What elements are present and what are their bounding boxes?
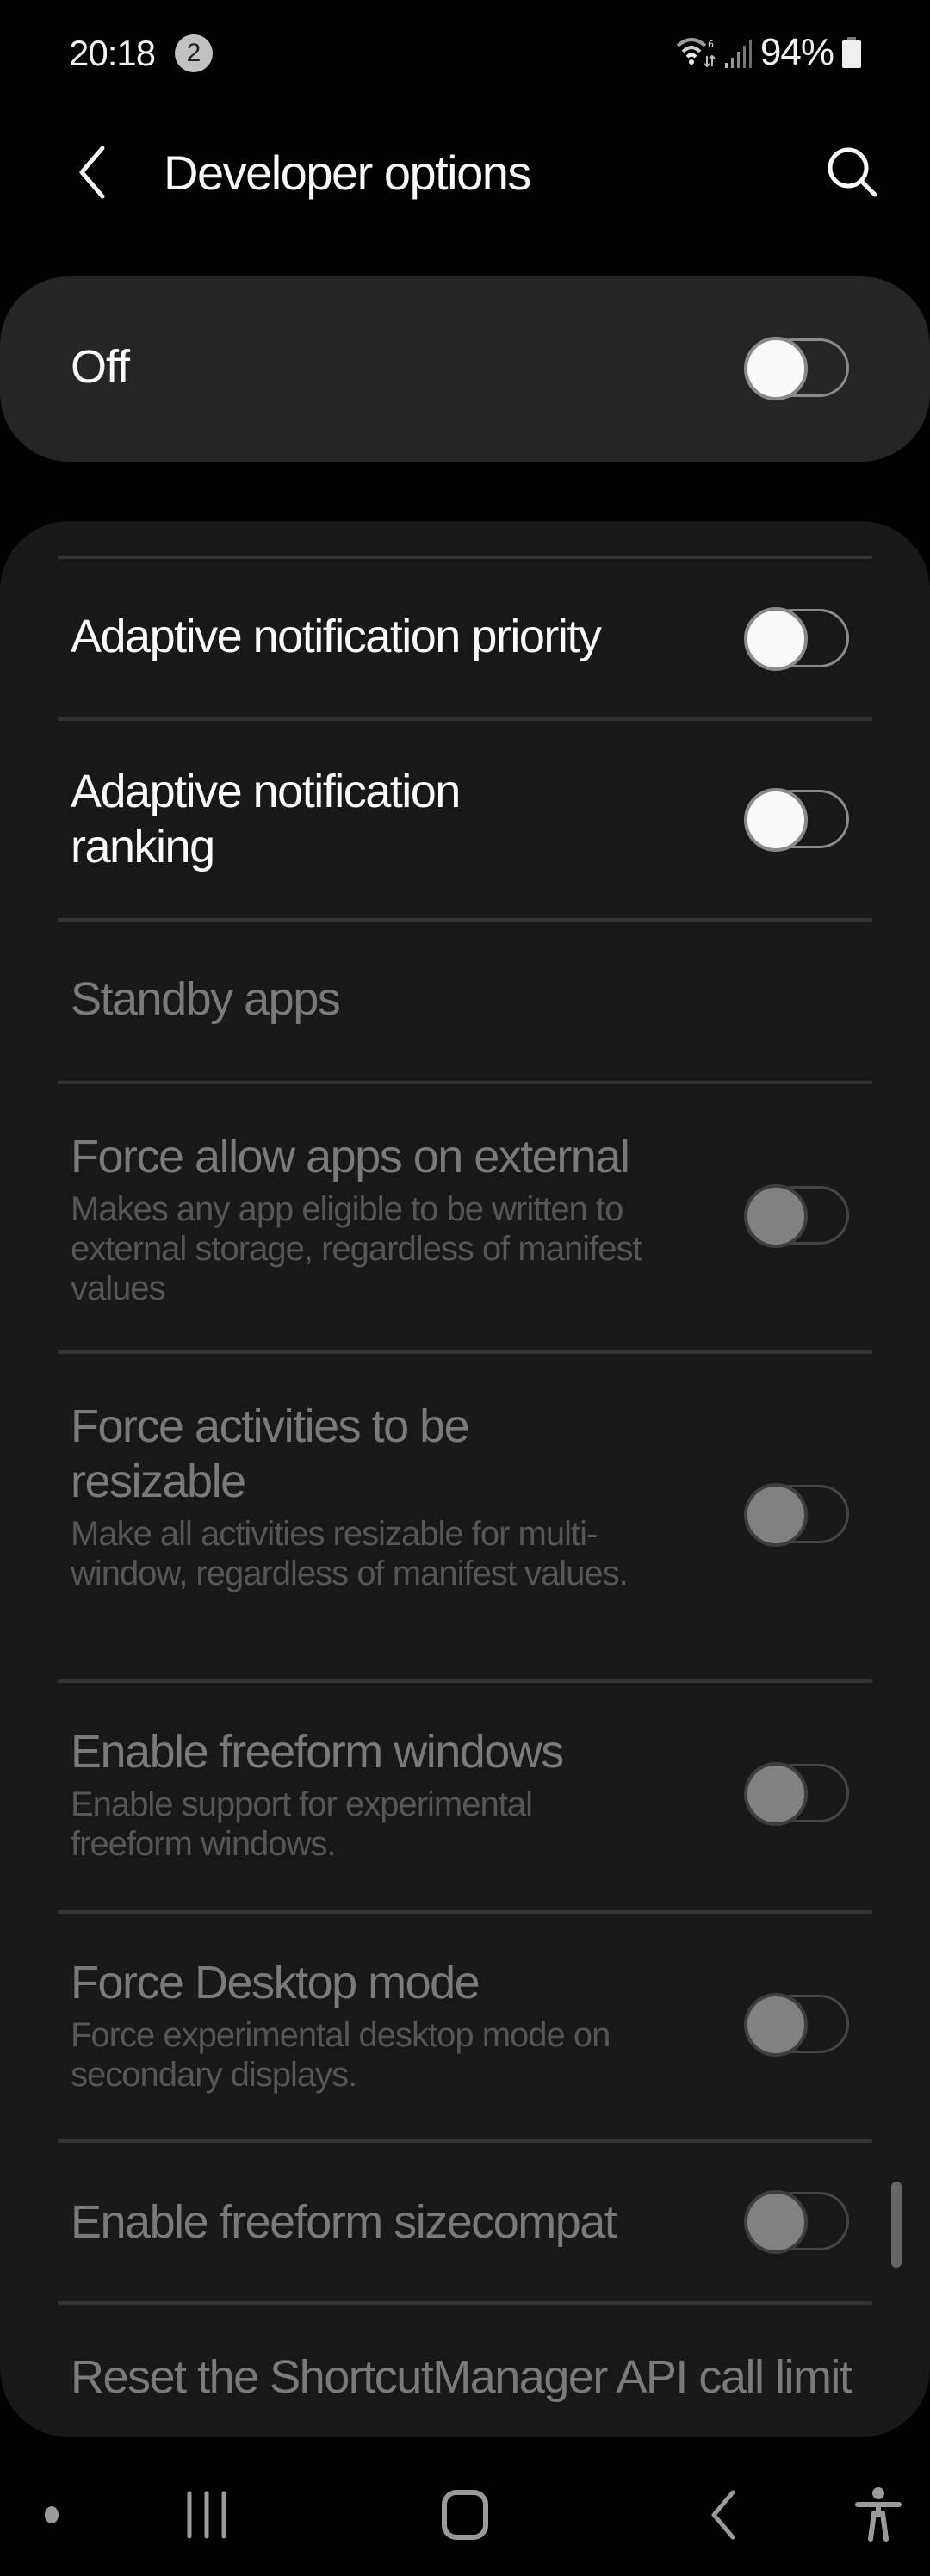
accessibility-icon (855, 2487, 902, 2542)
keyboard-toggle-button[interactable] (34, 2472, 69, 2558)
recent-apps-button[interactable] (164, 2472, 250, 2558)
battery-icon (842, 37, 861, 68)
home-icon (442, 2490, 488, 2540)
setting-title: Force allow apps on external (71, 1131, 630, 1182)
keyboard-dot-icon (45, 2506, 59, 2523)
back-arrow-icon (79, 146, 105, 199)
app-bar: Developer options (0, 121, 930, 224)
search-button[interactable] (818, 138, 887, 207)
notification-count-badge: 2 (175, 34, 213, 72)
setting-standby-apps[interactable]: Standby apps (0, 922, 930, 1080)
search-icon (828, 147, 877, 197)
signal-icon (724, 40, 752, 68)
toggle-thumb (744, 2190, 808, 2254)
toggle-thumb (744, 788, 808, 852)
navigation-bar (0, 2455, 930, 2576)
toggle-thumb (744, 607, 808, 671)
force-desktop-mode-toggle[interactable] (744, 1993, 851, 2057)
force-activities-resizable-toggle[interactable] (744, 1483, 851, 1547)
setting-force-allow-apps-on-external[interactable]: Force allow apps on external Makes any a… (0, 1084, 930, 1350)
toggle-thumb (744, 1184, 808, 1248)
battery-percent: 94% (760, 31, 834, 73)
master-switch-toggle[interactable] (744, 337, 851, 400)
setting-force-desktop-mode[interactable]: Force Desktop mode Force experimental de… (0, 1914, 930, 2141)
enable-freeform-sizecompat-toggle[interactable] (744, 2190, 851, 2254)
master-switch-label: Off (71, 341, 130, 393)
scrollbar[interactable] (891, 2182, 902, 2268)
setting-adaptive-notification-ranking[interactable]: Adaptive notification ranking (0, 721, 930, 919)
setting-title: Enable freeform sizecompat (71, 2196, 617, 2248)
toggle-thumb (744, 1993, 808, 2057)
toggle-thumb (744, 1762, 808, 1826)
setting-adaptive-notification-priority[interactable]: Adaptive notification priority (0, 559, 930, 717)
back-button[interactable] (62, 140, 122, 205)
setting-reset-shortcutmanager-limit[interactable]: Reset the ShortcutManager API call limit (0, 2305, 930, 2437)
wifi-6-icon: 6 (676, 38, 716, 68)
setting-enable-freeform-sizecompat[interactable]: Enable freeform sizecompat (0, 2143, 930, 2301)
page-title: Developer options (164, 146, 531, 200)
adaptive-notification-ranking-toggle[interactable] (744, 788, 851, 852)
enable-freeform-windows-toggle[interactable] (744, 1762, 851, 1826)
status-bar: 20:18 2 6 94% (0, 0, 930, 103)
setting-title: Adaptive notification ranking (71, 766, 461, 872)
setting-force-activities-resizable[interactable]: Force activities to be resizable Make al… (0, 1354, 930, 1679)
setting-subtitle: Force experimental desktop mode on secon… (71, 2016, 611, 2094)
adaptive-notification-priority-toggle[interactable] (744, 607, 851, 671)
recent-apps-icon (187, 2491, 226, 2539)
status-time: 20:18 (69, 33, 156, 73)
setting-title: Adaptive notification priority (71, 611, 602, 662)
setting-subtitle: Enable support for experimental freeform… (71, 1785, 533, 1863)
setting-title: Force activities to be resizable (71, 1400, 470, 1507)
master-switch-card[interactable]: Off (0, 276, 930, 462)
toggle-thumb (744, 337, 808, 400)
setting-title: Reset the ShortcutManager API call limit (71, 2351, 852, 2403)
force-allow-apps-on-external-toggle[interactable] (744, 1184, 851, 1248)
setting-enable-freeform-windows[interactable]: Enable freeform windows Enable support f… (0, 1683, 930, 1910)
nav-back-button[interactable] (680, 2472, 766, 2558)
toggle-thumb (744, 1483, 808, 1547)
setting-title: Enable freeform windows (71, 1726, 564, 1778)
setting-subtitle: Make all activities resizable for multi-… (71, 1515, 629, 1592)
setting-title: Force Desktop mode (71, 1957, 480, 2008)
home-button[interactable] (422, 2472, 508, 2558)
setting-title: Standby apps (71, 973, 341, 1025)
accessibility-button[interactable] (844, 2472, 913, 2558)
setting-subtitle: Makes any app eligible to be written to … (71, 1190, 642, 1307)
svg-text:6: 6 (708, 39, 714, 50)
status-icons: 6 94% (676, 31, 861, 74)
back-icon (711, 2490, 735, 2540)
settings-list: Adaptive notification priority Adaptive … (0, 521, 930, 2437)
